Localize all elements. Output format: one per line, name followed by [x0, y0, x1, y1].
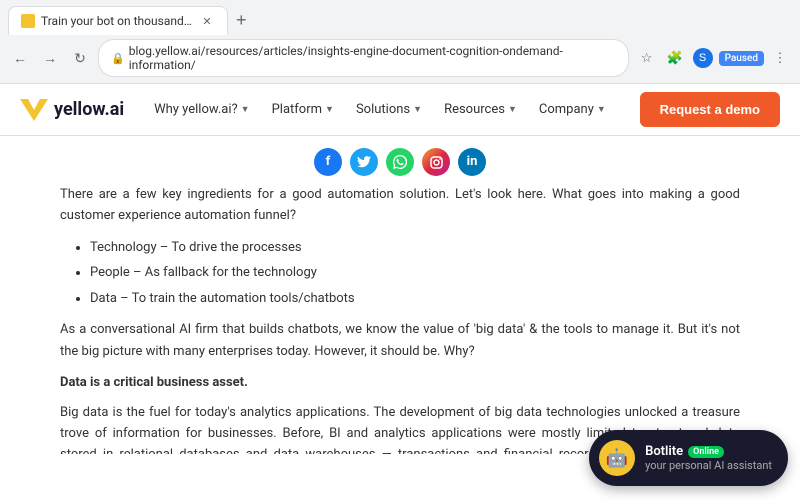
browser-actions: ☆ 🧩 S Paused ⋮	[635, 46, 792, 70]
bullet-list: Technology – To drive the processes Peop…	[90, 237, 740, 309]
reload-button[interactable]: ↻	[68, 46, 92, 70]
nav-menu: Why yellow.ai? ▼ Platform ▼ Solutions ▼ …	[144, 96, 619, 123]
logo[interactable]: yellow.ai	[20, 99, 124, 121]
page-content: f in There are a few key ingredients for…	[0, 136, 800, 454]
list-item: Technology – To drive the processes	[90, 237, 740, 258]
url-domain: blog.yellow.ai	[129, 44, 201, 58]
chat-bubble[interactable]: 🤖 Botlite Online your personal AI assist…	[589, 430, 788, 486]
menu-button[interactable]: ⋮	[768, 46, 792, 70]
nav-company[interactable]: Company ▼	[529, 96, 616, 123]
chat-subtitle: your personal AI assistant	[645, 459, 772, 472]
tab-close-button[interactable]: ✕	[199, 13, 215, 29]
intro-paragraph: There are a few key ingredients for a go…	[60, 184, 740, 227]
nav-solutions[interactable]: Solutions ▼	[346, 96, 432, 123]
chevron-down-icon: ▼	[325, 104, 334, 115]
nav-resources-label: Resources	[444, 102, 505, 117]
profile-circle: S	[693, 48, 713, 68]
forward-button[interactable]: →	[38, 46, 62, 70]
chat-info: Botlite Online your personal AI assistan…	[645, 444, 772, 472]
chevron-down-icon: ▼	[413, 104, 422, 115]
social-share-row: f in	[60, 136, 740, 184]
conversational-ai-paragraph: As a conversational AI firm that builds …	[60, 319, 740, 362]
facebook-share-button[interactable]: f	[314, 148, 342, 176]
tab-bar: Train your bot on thousands o ✕ +	[0, 0, 800, 35]
profile-button[interactable]: S	[691, 46, 715, 70]
list-item: People – As fallback for the technology	[90, 262, 740, 283]
linkedin-share-button[interactable]: in	[458, 148, 486, 176]
request-demo-button[interactable]: Request a demo	[640, 92, 780, 127]
browser-chrome: Train your bot on thousands o ✕ + ← → ↻ …	[0, 0, 800, 84]
chat-avatar: 🤖	[599, 440, 635, 476]
list-item: Data – To train the automation tools/cha…	[90, 288, 740, 309]
tab-title: Train your bot on thousands o	[41, 14, 193, 28]
nav-resources[interactable]: Resources ▼	[434, 96, 527, 123]
nav-why-yellow[interactable]: Why yellow.ai? ▼	[144, 96, 259, 123]
twitter-share-button[interactable]	[350, 148, 378, 176]
chevron-down-icon: ▼	[508, 104, 517, 115]
bookmark-button[interactable]: ☆	[635, 46, 659, 70]
tab-favicon	[21, 14, 35, 28]
chevron-down-icon: ▼	[241, 104, 250, 115]
nav-platform-label: Platform	[272, 102, 322, 117]
lock-icon: 🔒	[111, 52, 125, 65]
nav-platform[interactable]: Platform ▼	[262, 96, 344, 123]
logo-icon	[20, 99, 48, 121]
nav-solutions-label: Solutions	[356, 102, 410, 117]
new-tab-button[interactable]: +	[228, 6, 255, 35]
online-badge: Online	[688, 446, 724, 458]
paused-badge: Paused	[719, 51, 764, 66]
active-tab[interactable]: Train your bot on thousands o ✕	[8, 6, 228, 35]
logo-text: yellow.ai	[54, 99, 124, 120]
nav-why-yellow-label: Why yellow.ai?	[154, 102, 238, 117]
data-heading: Data is a critical business asset.	[60, 372, 740, 393]
address-bar-row: ← → ↻ 🔒 blog.yellow.ai/resources/article…	[0, 35, 800, 83]
url-text: blog.yellow.ai/resources/articles/insigh…	[129, 44, 616, 72]
nav-company-label: Company	[539, 102, 594, 117]
chevron-down-icon: ▼	[597, 104, 606, 115]
instagram-share-button[interactable]	[422, 148, 450, 176]
extensions-button[interactable]: 🧩	[663, 46, 687, 70]
site-header: yellow.ai Why yellow.ai? ▼ Platform ▼ So…	[0, 84, 800, 136]
address-bar[interactable]: 🔒 blog.yellow.ai/resources/articles/insi…	[98, 39, 629, 77]
back-button[interactable]: ←	[8, 46, 32, 70]
chat-name-row: Botlite Online	[645, 444, 772, 459]
whatsapp-share-button[interactable]	[386, 148, 414, 176]
chat-name: Botlite	[645, 444, 683, 459]
